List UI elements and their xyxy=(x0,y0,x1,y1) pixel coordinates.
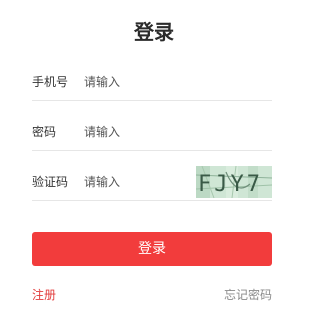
password-label: 密码 xyxy=(32,125,57,139)
captcha-row: 验证码 FJY7 xyxy=(32,166,272,201)
phone-row: 手机号 xyxy=(32,66,272,101)
login-button[interactable]: 登录 xyxy=(32,232,272,266)
captcha-text: FJY7 xyxy=(198,172,263,197)
captcha-graphic: FJY7 xyxy=(196,166,272,198)
password-row: 密码 xyxy=(32,116,272,151)
password-input[interactable] xyxy=(84,121,194,143)
phone-input[interactable] xyxy=(84,71,194,93)
phone-label: 手机号 xyxy=(32,75,69,89)
register-link[interactable]: 注册 xyxy=(32,286,56,304)
captcha-label: 验证码 xyxy=(32,175,69,189)
captcha-image[interactable]: FJY7 xyxy=(196,166,272,198)
forgot-password-link[interactable]: 忘记密码 xyxy=(224,286,272,304)
page-title: 登录 xyxy=(134,20,174,44)
captcha-input[interactable] xyxy=(84,171,194,193)
